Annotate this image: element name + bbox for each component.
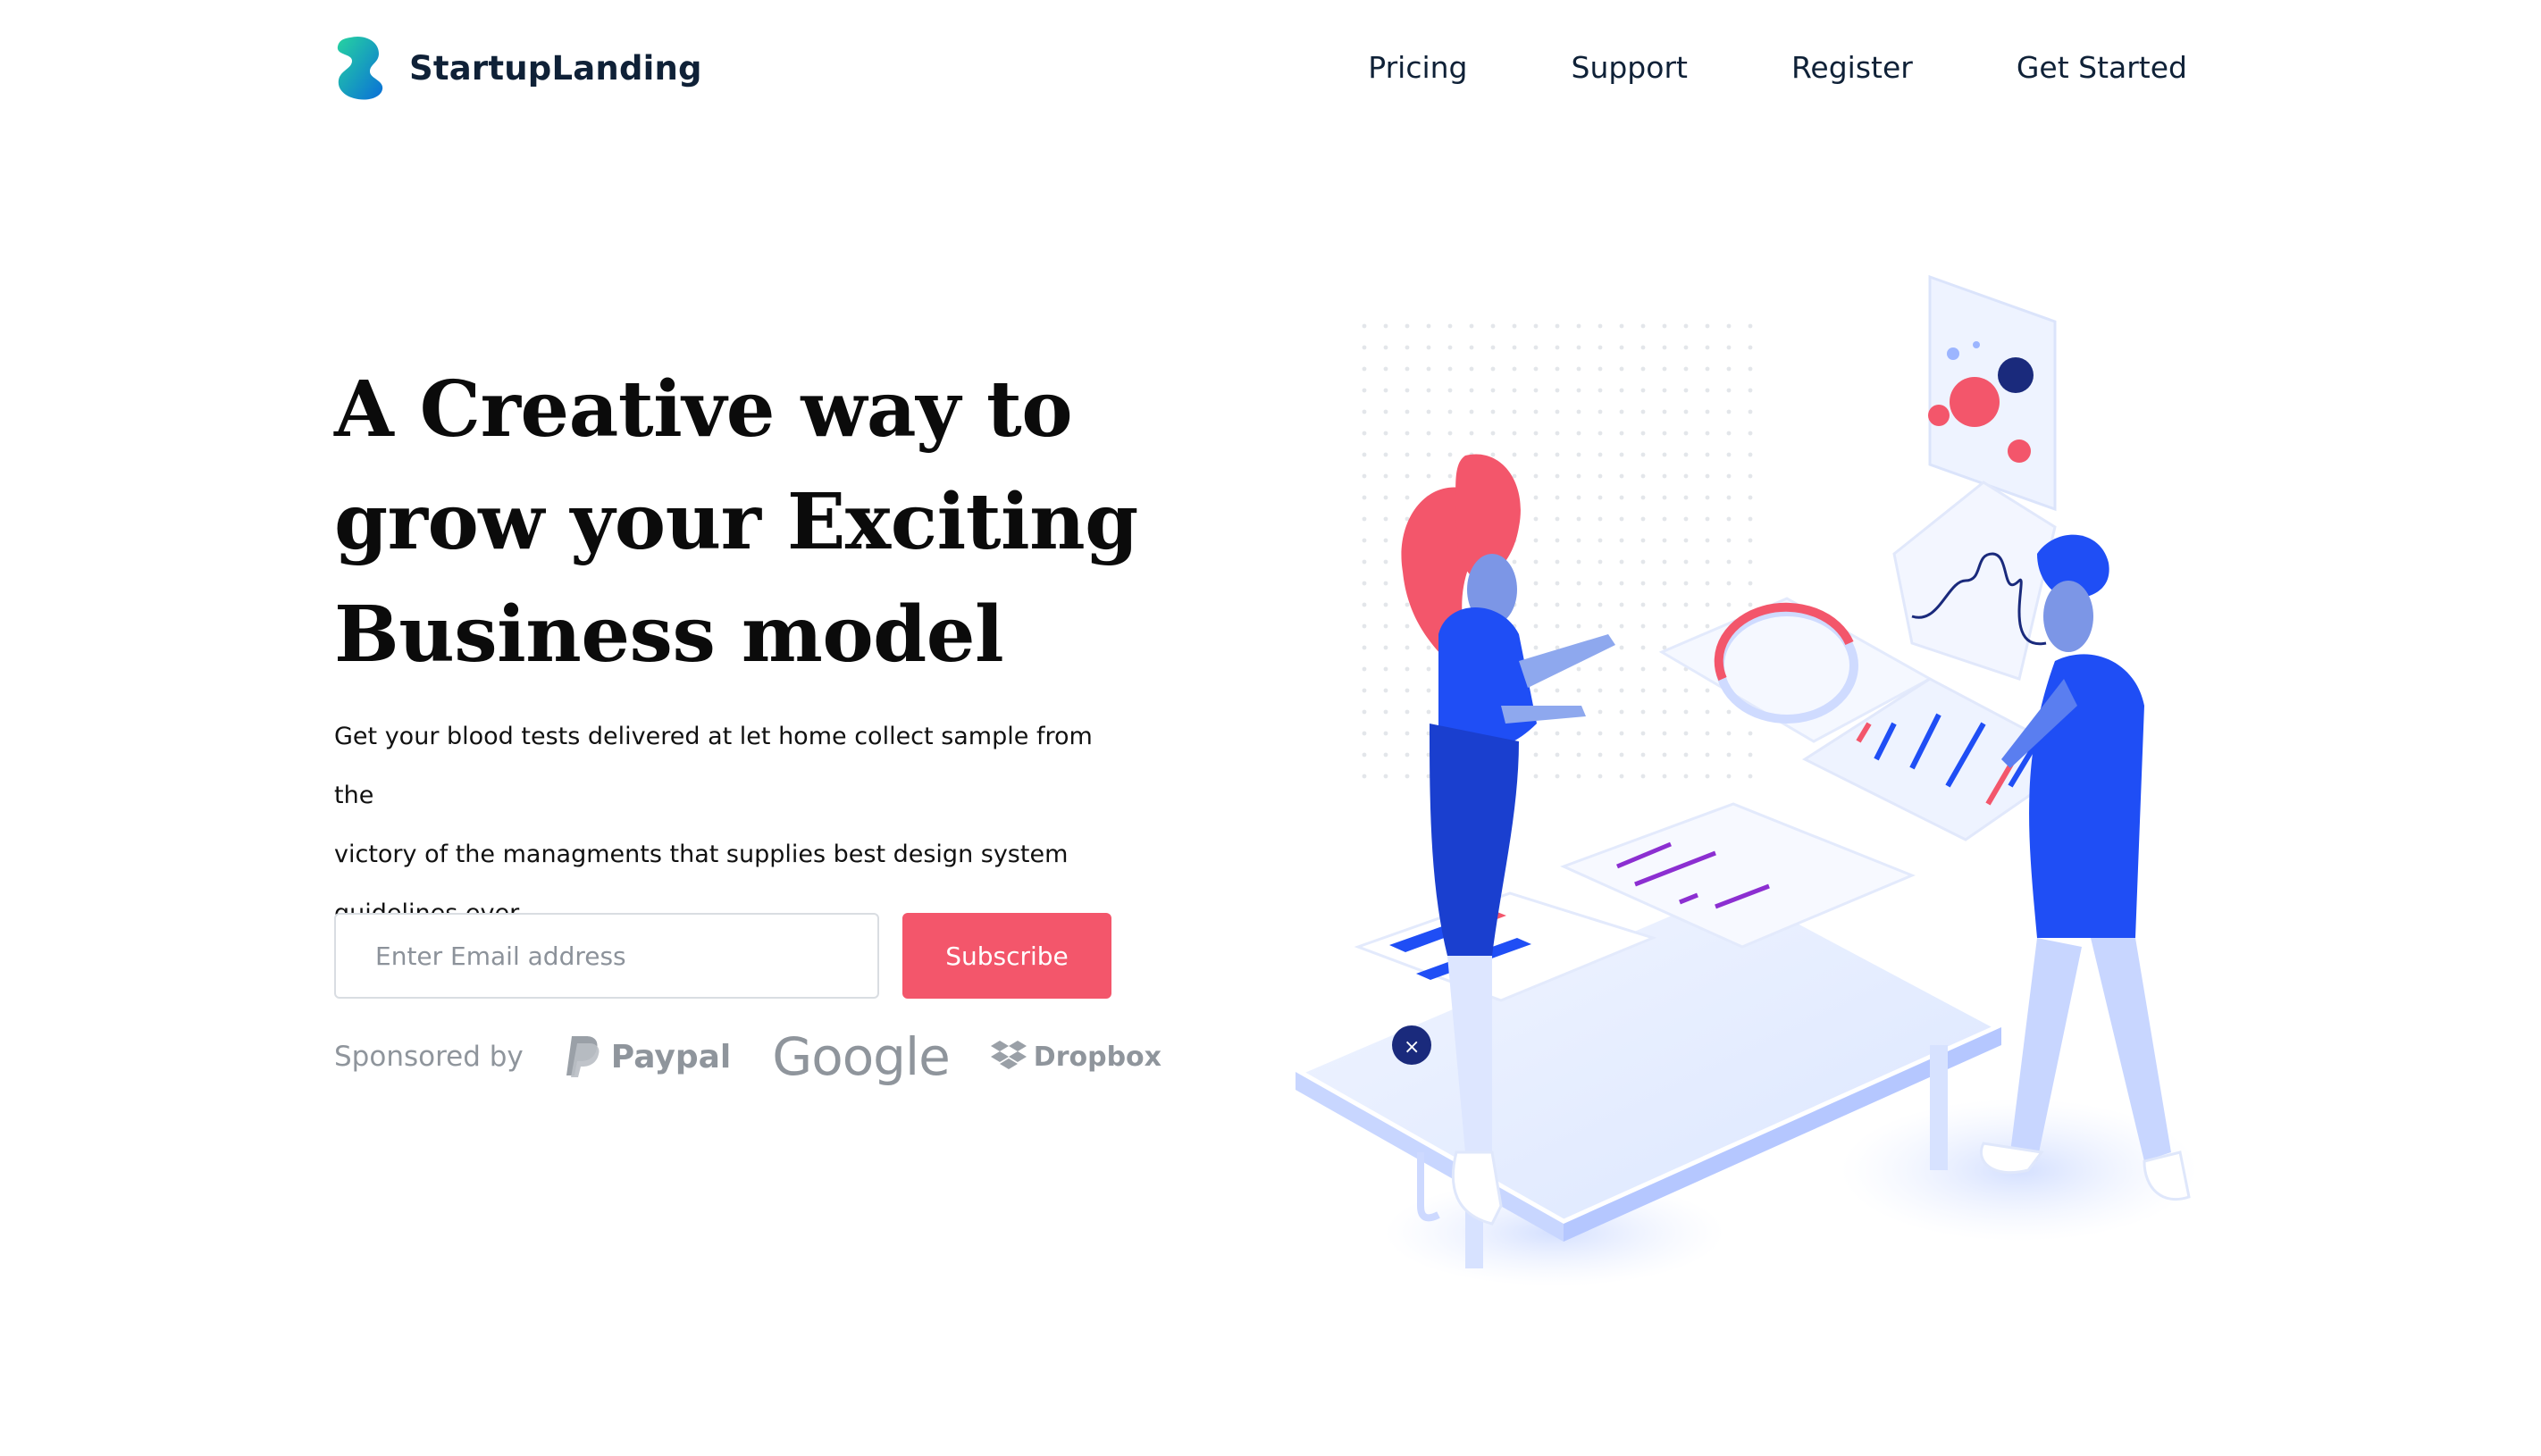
brand-logo-link[interactable]: StartupLanding	[334, 36, 702, 100]
sponsor-paypal: Paypal	[565, 1034, 731, 1079]
sponsor-name: Dropbox	[1033, 1041, 1162, 1073]
svg-text:×: ×	[1404, 1036, 1420, 1059]
nav-item-pricing[interactable]: Pricing	[1368, 43, 1467, 93]
sponsor-dropbox: Dropbox	[990, 1041, 1162, 1073]
hero-illustration: ×	[1285, 274, 2198, 1286]
site-header: StartupLanding Pricing Support Register …	[0, 0, 2541, 134]
nav-item-register[interactable]: Register	[1791, 43, 1913, 93]
hero-description-line: victory of the managments that supplies …	[334, 841, 1069, 868]
floating-panel-bubbles	[1928, 274, 2057, 512]
subscribe-button[interactable]: Subscribe	[902, 913, 1111, 999]
hero-title-line: Business model	[334, 590, 1004, 680]
sponsor-name: Paypal	[610, 1038, 732, 1075]
sponsor-name: Google	[772, 1026, 951, 1087]
landing-page: StartupLanding Pricing Support Register …	[0, 0, 2541, 1456]
hero-description-line: Get your blood tests delivered at let ho…	[334, 723, 1093, 809]
dropbox-icon	[990, 1041, 1027, 1069]
main-nav: Pricing Support Register Get Started	[1368, 43, 2187, 93]
brand-logo-icon	[337, 36, 383, 100]
hero-description: Get your blood tests delivered at let ho…	[334, 707, 1138, 943]
paypal-icon	[566, 1036, 600, 1077]
brand-name: StartupLanding	[409, 48, 702, 88]
sponsor-google: Google	[772, 1026, 951, 1087]
floating-panel-linechart	[1892, 481, 2057, 681]
nav-item-get-started[interactable]: Get Started	[2017, 43, 2187, 93]
hero-title-line: grow your Exciting	[334, 477, 1138, 567]
subscribe-form: Subscribe	[334, 913, 1111, 999]
sponsored-by-label: Sponsored by	[334, 1041, 524, 1073]
sponsors-row: Sponsored by Paypal Google Dropbox	[334, 1026, 1162, 1087]
email-input[interactable]	[334, 913, 879, 999]
nav-item-support[interactable]: Support	[1572, 43, 1688, 93]
hero-title-line: A Creative way to	[334, 364, 1073, 455]
hero-title: A Creative way to grow your Exciting Bus…	[334, 354, 1138, 691]
